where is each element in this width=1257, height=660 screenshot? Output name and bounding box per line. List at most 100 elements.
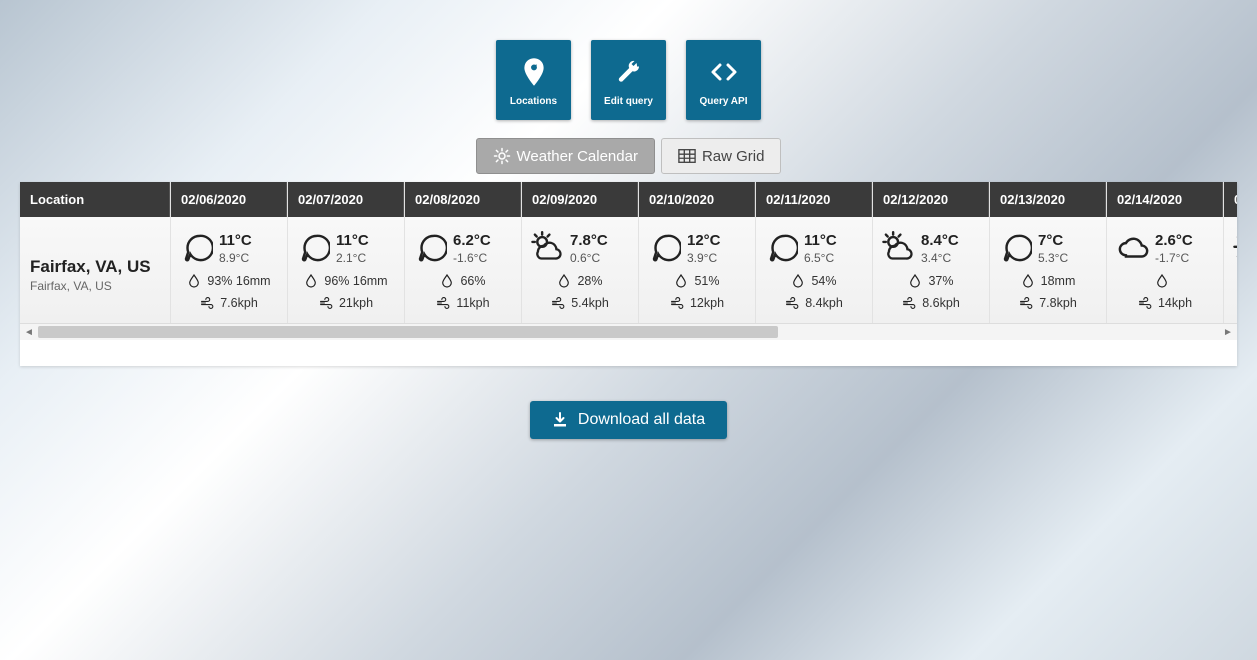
day-column: 02/08/2020 6.2°C -1.6°C 66% 11kph [405,182,522,323]
wind-value: 8.6kph [922,296,960,310]
day-column: 02/15/2020 -0 -5. 10k [1224,182,1237,323]
wind-value: 8.4kph [805,296,843,310]
locations-button[interactable]: Locations [496,40,571,120]
location-name: Fairfax, VA, US [30,257,160,277]
droplet-icon [440,274,454,288]
day-column: 02/06/2020 11°C 8.9°C 93% 16mm 7.6kph [171,182,288,323]
temp-high: 7.8°C [570,231,608,251]
horizontal-scrollbar[interactable]: ◄ ► [20,323,1237,340]
day-column: 02/14/2020 2.6°C -1.7°C 14kph [1107,182,1224,323]
day-header: 02/10/2020 [639,182,755,217]
scroll-right-icon[interactable]: ► [1221,326,1235,338]
partly-icon [881,231,915,265]
day-header: 02/11/2020 [756,182,872,217]
precip-value: 93% 16mm [207,274,270,288]
precip-value: 37% [928,274,953,288]
wind-icon [670,296,684,310]
wind-icon [902,296,916,310]
wind-icon [785,296,799,310]
grid-icon [678,148,696,164]
temp-low: 2.1°C [336,251,369,267]
day-column: 02/10/2020 12°C 3.9°C 51% 12kph [639,182,756,323]
rain-icon [764,231,798,265]
droplet-icon [557,274,571,288]
wind-icon [1019,296,1033,310]
wind-value: 12kph [690,296,724,310]
wind-icon [200,296,214,310]
rain-icon [998,231,1032,265]
droplet-icon [1021,274,1035,288]
cloud-icon [1115,231,1149,265]
precip-value: 96% 16mm [324,274,387,288]
temp-low: 6.5°C [804,251,837,267]
temp-low: -1.6°C [453,251,491,267]
temp-high: 11°C [219,231,252,251]
droplet-icon [304,274,318,288]
sun-icon [1232,231,1237,265]
temp-high: 7°C [1038,231,1068,251]
location-column: Location Fairfax, VA, US Fairfax, VA, US [20,182,171,323]
droplet-icon [187,274,201,288]
day-header: 02/07/2020 [288,182,404,217]
wrench-icon [617,54,641,90]
precip-value: 51% [694,274,719,288]
wind-icon [551,296,565,310]
day-header: 02/08/2020 [405,182,521,217]
wind-value: 7.8kph [1039,296,1077,310]
wind-value: 7.6kph [220,296,258,310]
day-header: 02/14/2020 [1107,182,1223,217]
precip-value: 54% [811,274,836,288]
temp-low: 3.9°C [687,251,721,267]
day-column: 02/13/2020 7°C 5.3°C 18mm 7.8kph [990,182,1107,323]
temp-low: 5.3°C [1038,251,1068,267]
location-sub: Fairfax, VA, US [30,279,160,293]
droplet-icon [791,274,805,288]
temp-low: 8.9°C [219,251,252,267]
code-icon [710,54,738,90]
droplet-icon [908,274,922,288]
wind-icon [319,296,333,310]
location-header: Location [20,182,170,217]
droplet-icon [674,274,688,288]
temp-high: 11°C [336,231,369,251]
droplet-icon [1155,274,1169,288]
forecast-panel: Location Fairfax, VA, US Fairfax, VA, US… [20,182,1237,366]
precip-value: 28% [577,274,602,288]
day-header: 02/13/2020 [990,182,1106,217]
temp-low: -1.7°C [1155,251,1193,267]
wind-icon [1138,296,1152,310]
temp-high: 11°C [804,231,837,251]
edit-query-button[interactable]: Edit query [591,40,666,120]
day-header: 02/09/2020 [522,182,638,217]
temp-high: 6.2°C [453,231,491,251]
day-column: 02/12/2020 8.4°C 3.4°C 37% 8.6kph [873,182,990,323]
day-column: 02/09/2020 7.8°C 0.6°C 28% 5.4kph [522,182,639,323]
wind-value: 21kph [339,296,373,310]
day-header: 02/06/2020 [171,182,287,217]
wind-value: 14kph [1158,296,1192,310]
wind-value: 11kph [456,296,489,310]
rain-icon [296,231,330,265]
download-all-button[interactable]: Download all data [530,401,727,439]
scroll-thumb[interactable] [38,326,778,338]
wind-value: 5.4kph [571,296,609,310]
sun-icon [493,147,511,165]
query-api-button[interactable]: Query API [686,40,761,120]
tab-raw-grid[interactable]: Raw Grid [661,138,782,174]
rain-icon [179,231,213,265]
tab-weather-calendar[interactable]: Weather Calendar [476,138,655,174]
day-column: 02/11/2020 11°C 6.5°C 54% 8.4kph [756,182,873,323]
temp-low: 0.6°C [570,251,608,267]
download-icon [552,412,568,428]
rain-icon [647,231,681,265]
day-header: 02/15/2020 [1224,182,1237,217]
day-header: 02/12/2020 [873,182,989,217]
temp-high: 8.4°C [921,231,959,251]
wind-icon [436,296,450,310]
temp-low: 3.4°C [921,251,959,267]
day-column: 02/07/2020 11°C 2.1°C 96% 16mm 21kph [288,182,405,323]
precip-value: 66% [460,274,485,288]
scroll-left-icon[interactable]: ◄ [22,326,36,338]
temp-high: 12°C [687,231,721,251]
precip-value: 18mm [1041,274,1076,288]
